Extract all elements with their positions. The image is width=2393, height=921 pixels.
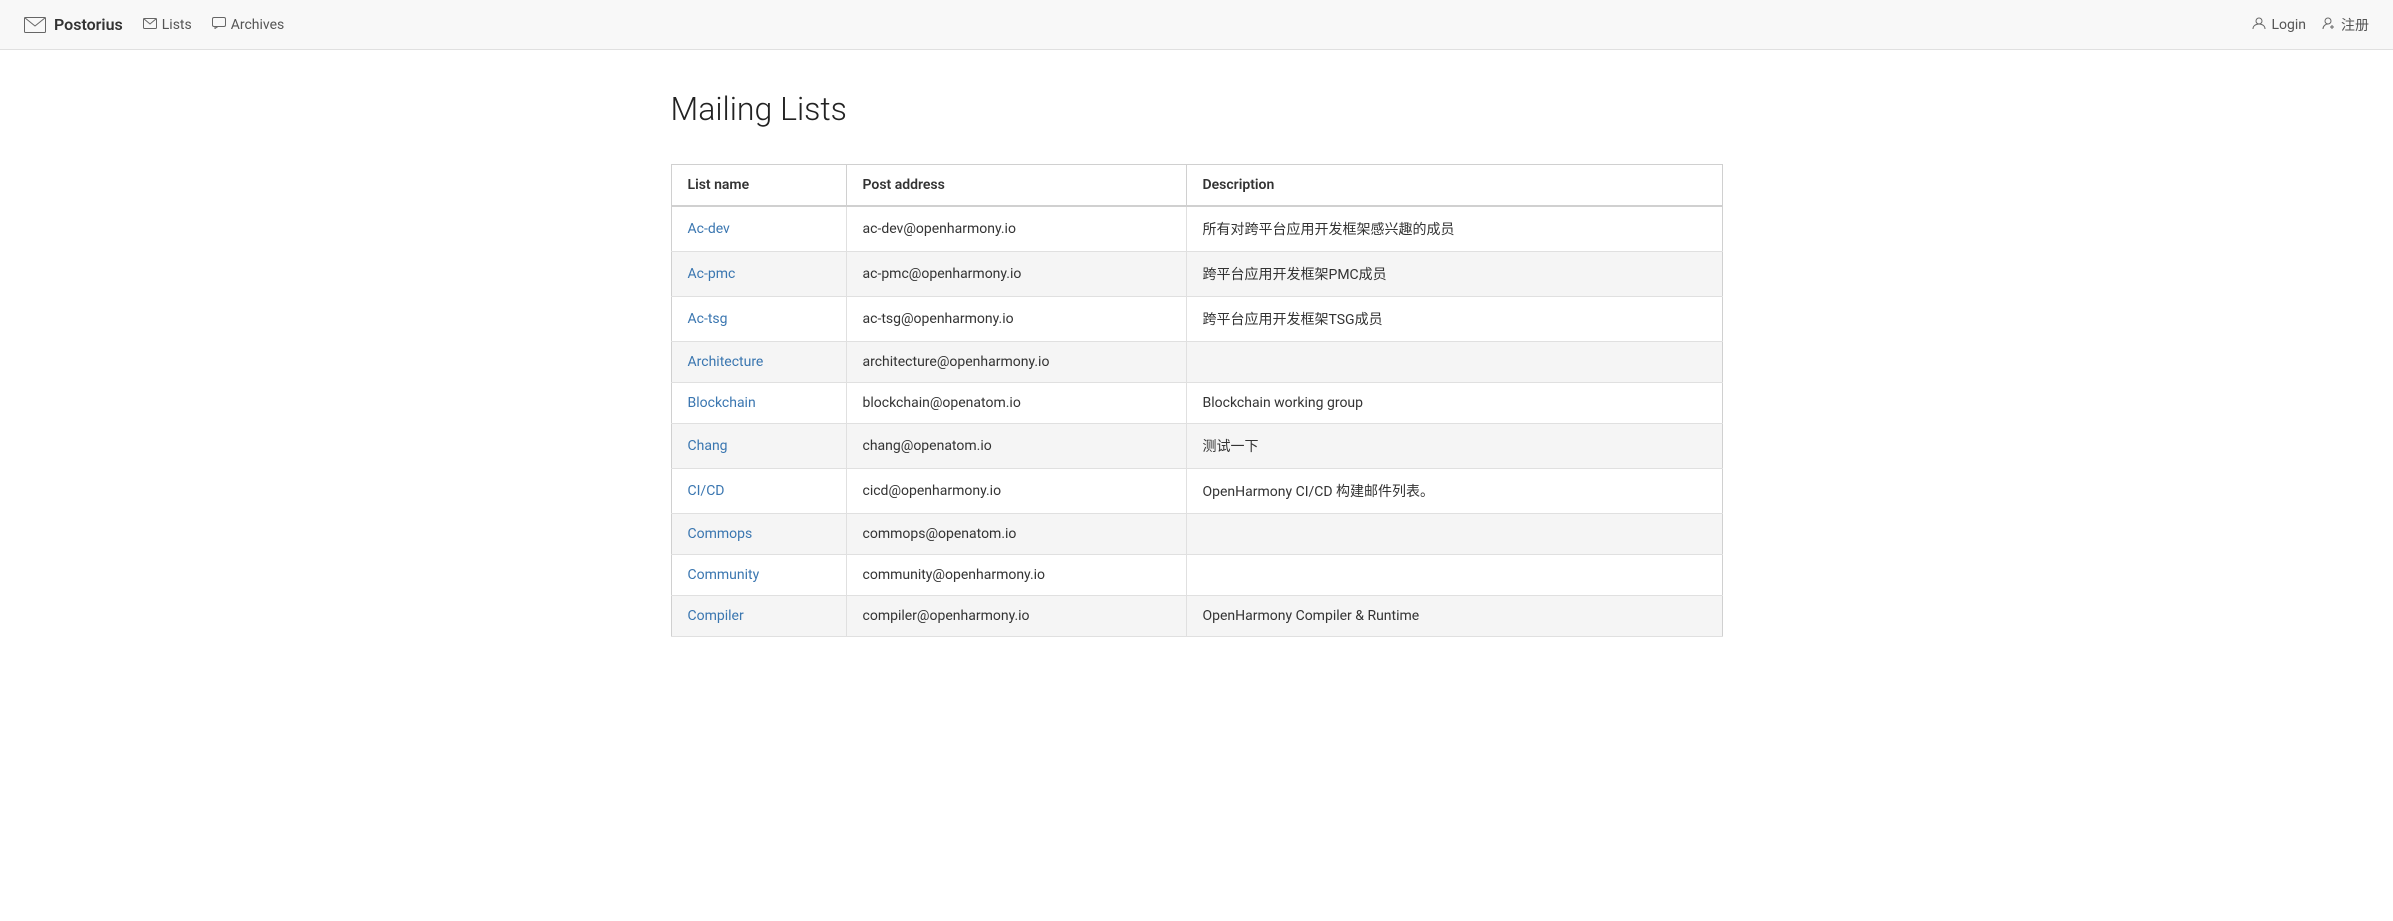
mail-icon [24, 17, 46, 33]
post-address-cell: community@openharmony.io [846, 555, 1186, 596]
envelope-icon [143, 17, 157, 33]
description-cell: 测试一下 [1186, 424, 1722, 469]
list-name-cell: Ac-tsg [671, 297, 846, 342]
list-name-link[interactable]: Ac-dev [688, 221, 730, 237]
table-header-row: List name Post address Description [671, 165, 1722, 207]
archives-nav-link[interactable]: Archives [212, 17, 285, 33]
login-label: Login [2271, 17, 2306, 33]
list-name-link[interactable]: CI/CD [688, 483, 725, 499]
navbar-right: Login 注册 [2252, 15, 2369, 35]
list-name-link[interactable]: Chang [688, 438, 728, 454]
register-icon [2322, 16, 2336, 34]
lists-nav-label: Lists [162, 17, 192, 33]
description-cell [1186, 514, 1722, 555]
list-name-cell: Compiler [671, 596, 846, 637]
list-name-cell: Community [671, 555, 846, 596]
post-address-cell: chang@openatom.io [846, 424, 1186, 469]
list-name-cell: Ac-pmc [671, 252, 846, 297]
register-link[interactable]: 注册 [2322, 15, 2369, 35]
description-cell: OpenHarmony Compiler & Runtime [1186, 596, 1722, 637]
list-name-cell: Commops [671, 514, 846, 555]
main-content: Mailing Lists List name Post address Des… [647, 50, 1747, 697]
post-address-cell: commops@openatom.io [846, 514, 1186, 555]
login-icon [2252, 16, 2266, 34]
description-cell: OpenHarmony CI/CD 构建邮件列表。 [1186, 469, 1722, 514]
table-row: Ac-tsg ac-tsg@openharmony.io跨平台应用开发框架TSG成… [671, 297, 1722, 342]
table-row: Blockchain blockchain@openatom.ioBlockcha… [671, 383, 1722, 424]
register-label: 注册 [2341, 15, 2369, 35]
list-name-cell: Ac-dev [671, 206, 846, 252]
description-cell [1186, 555, 1722, 596]
mailing-lists-table: List name Post address Description Ac-de… [671, 164, 1723, 637]
list-name-cell: Architecture [671, 342, 846, 383]
table-row: Chang chang@openatom.io测试一下 [671, 424, 1722, 469]
list-name-cell: Chang [671, 424, 846, 469]
login-link[interactable]: Login [2252, 16, 2306, 34]
col-header-list-name: List name [671, 165, 846, 207]
brand-link[interactable]: Postorius [24, 15, 123, 34]
list-name-link[interactable]: Architecture [688, 354, 764, 370]
table-row: Ac-pmc ac-pmc@openharmony.io跨平台应用开发框架PMC成… [671, 252, 1722, 297]
table-row: Commops commops@openatom.io [671, 514, 1722, 555]
table-row: Community community@openharmony.io [671, 555, 1722, 596]
post-address-cell: architecture@openharmony.io [846, 342, 1186, 383]
col-header-description: Description [1186, 165, 1722, 207]
table-row: Ac-dev ac-dev@openharmony.io所有对跨平台应用开发框架感… [671, 206, 1722, 252]
col-header-post-address: Post address [846, 165, 1186, 207]
navbar-left: Postorius Lists Archives [24, 15, 284, 34]
post-address-cell: compiler@openharmony.io [846, 596, 1186, 637]
description-cell: 跨平台应用开发框架TSG成员 [1186, 297, 1722, 342]
list-name-link[interactable]: Blockchain [688, 395, 756, 411]
list-name-cell: Blockchain [671, 383, 846, 424]
post-address-cell: cicd@openharmony.io [846, 469, 1186, 514]
description-cell: 跨平台应用开发框架PMC成员 [1186, 252, 1722, 297]
list-name-link[interactable]: Ac-pmc [688, 266, 736, 282]
description-cell [1186, 342, 1722, 383]
description-cell: Blockchain working group [1186, 383, 1722, 424]
list-name-link[interactable]: Ac-tsg [688, 311, 728, 327]
table-row: CI/CD cicd@openharmony.ioOpenHarmony CI/C… [671, 469, 1722, 514]
post-address-cell: ac-dev@openharmony.io [846, 206, 1186, 252]
archives-nav-label: Archives [231, 17, 285, 33]
comment-icon [212, 17, 226, 33]
list-name-link[interactable]: Commops [688, 526, 753, 542]
brand-name: Postorius [54, 15, 123, 34]
navbar: Postorius Lists Archives [0, 0, 2393, 50]
list-name-link[interactable]: Compiler [688, 608, 744, 624]
description-cell: 所有对跨平台应用开发框架感兴趣的成员 [1186, 206, 1722, 252]
page-title: Mailing Lists [671, 90, 1723, 128]
list-name-link[interactable]: Community [688, 567, 760, 583]
post-address-cell: blockchain@openatom.io [846, 383, 1186, 424]
table-row: Compiler compiler@openharmony.ioOpenHarmo… [671, 596, 1722, 637]
table-row: Architecture architecture@openharmony.io [671, 342, 1722, 383]
lists-nav-link[interactable]: Lists [143, 17, 192, 33]
list-name-cell: CI/CD [671, 469, 846, 514]
post-address-cell: ac-tsg@openharmony.io [846, 297, 1186, 342]
post-address-cell: ac-pmc@openharmony.io [846, 252, 1186, 297]
